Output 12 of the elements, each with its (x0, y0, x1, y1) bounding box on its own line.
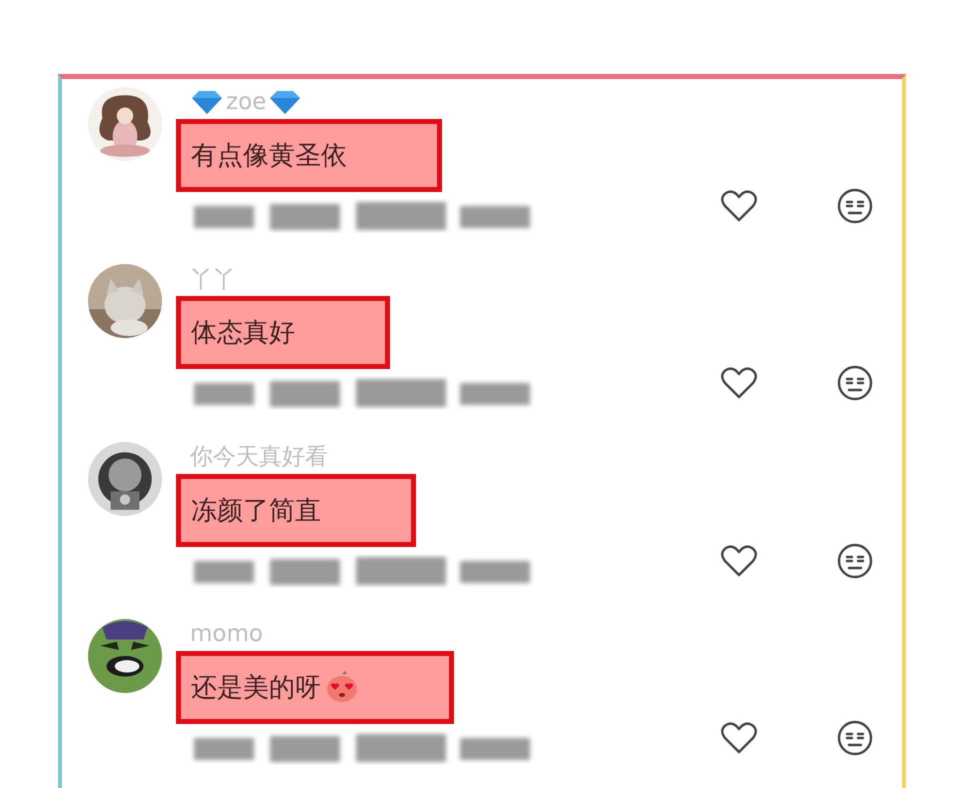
comment-text: 还是美的呀 (176, 650, 454, 724)
neutral-face-icon[interactable] (836, 542, 874, 580)
comment-text: 体态真好 (176, 296, 390, 370)
neutral-face-icon[interactable] (836, 187, 874, 225)
comment-text: 冻颜了简直 (176, 474, 416, 546)
username: zoe (226, 89, 266, 115)
neutral-face-icon[interactable] (836, 718, 874, 757)
comment-text: 有点像黄圣依 (176, 119, 442, 192)
username: 你今天真好看 (190, 443, 328, 472)
neutral-face-icon[interactable] (836, 364, 874, 402)
username: momo (190, 620, 263, 647)
username: 丫丫 (190, 266, 236, 295)
